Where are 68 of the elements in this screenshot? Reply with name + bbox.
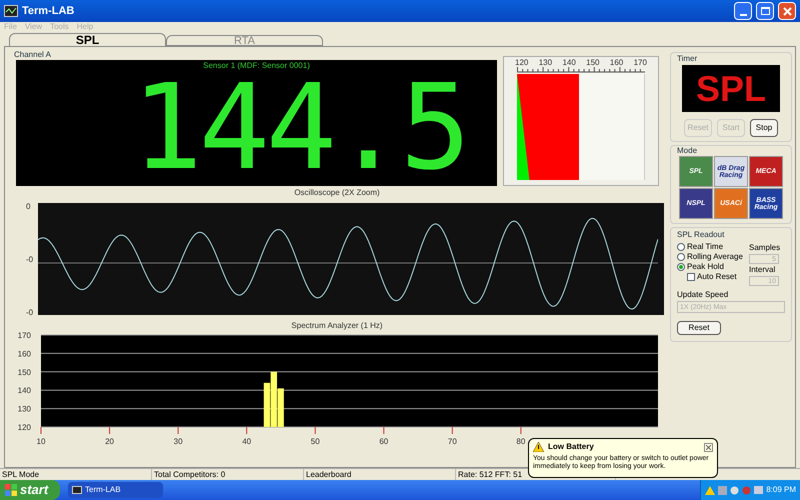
start-button[interactable]: start [0, 480, 60, 500]
radio-button[interactable] [677, 253, 685, 261]
field-label: Update Speed [677, 289, 730, 301]
x-tick-label: 10 [36, 437, 46, 446]
taskbar-app[interactable]: Term-LAB [68, 482, 163, 498]
chart-title: Spectrum Analyzer (1 Hz) [290, 321, 384, 331]
reset-button[interactable]: Reset [677, 321, 721, 335]
menu-item[interactable]: Tools [50, 23, 69, 31]
meter-tick-label: 150 [586, 58, 600, 67]
y-tick-label: 130 [18, 404, 31, 414]
balloon-title: Low Battery [548, 441, 594, 453]
radio-label: Peak Hold [687, 261, 724, 273]
radio-button[interactable] [677, 243, 685, 251]
menu-item[interactable]: File [4, 23, 17, 31]
x-tick-label: 40 [242, 437, 252, 446]
axis-label: -0 [26, 307, 34, 319]
meter-tick-label: 130 [538, 58, 552, 67]
x-tick-label: 70 [448, 437, 457, 446]
sensor-label: Sensor 1 (MDF: Sensor 0001) [203, 60, 310, 72]
close-icon [782, 6, 792, 16]
checkbox[interactable] [687, 273, 695, 281]
meter-tick-label: 120 [515, 58, 528, 67]
group-title: SPL Readout [677, 229, 726, 241]
y-tick-label: 170 [18, 331, 31, 340]
timer-display: SPL [682, 65, 780, 112]
radio-label: Rolling Average [687, 251, 743, 263]
meter-tick-label: 140 [562, 58, 576, 67]
clock: 8:09 PM [766, 484, 796, 496]
app-icon [4, 5, 18, 17]
warning-icon [533, 442, 544, 452]
windows-logo-icon [5, 484, 17, 496]
timer-button[interactable]: Stop [750, 119, 778, 137]
x-tick-label: 60 [379, 437, 388, 446]
x-tick-label: 80 [516, 437, 526, 446]
axis-label: -0 [26, 254, 34, 266]
close-button[interactable] [704, 442, 713, 452]
field-label: Samples [749, 242, 780, 254]
field-label: Interval [749, 264, 776, 276]
y-tick-label: 160 [18, 349, 31, 358]
menu-item[interactable]: View [24, 23, 42, 31]
radio-button[interactable] [677, 263, 685, 271]
tab[interactable]: SPL [9, 33, 166, 46]
warning-icon [705, 486, 715, 494]
chart-title: Oscilloscope (2X Zoom) [293, 187, 381, 199]
y-tick-label: 140 [18, 386, 31, 396]
radio-label: Real Time [687, 241, 724, 253]
group-title: Channel A [13, 50, 52, 60]
tab[interactable]: RTA [166, 35, 323, 46]
y-tick-label: 120 [18, 423, 31, 432]
window-title: Term-LAB [22, 4, 74, 19]
spl-reading: 144.5 [132, 72, 468, 182]
x-tick-label: 30 [174, 437, 183, 446]
meter-tick-label: 160 [610, 58, 624, 67]
group-title: Mode [677, 146, 698, 156]
minimize-button[interactable] [734, 2, 752, 20]
group-title: Timer [677, 53, 698, 65]
y-tick-label: 150 [18, 368, 31, 377]
close-icon [706, 444, 711, 450]
x-tick-label: 20 [105, 437, 114, 446]
maximize-button[interactable] [756, 2, 774, 20]
axis-label: 0 [26, 201, 32, 213]
x-tick-label: 50 [310, 437, 320, 446]
app-icon [72, 486, 82, 494]
minimize-icon [740, 14, 746, 16]
menu-item[interactable]: Help [76, 23, 94, 31]
meter-tick-label: 170 [634, 58, 647, 67]
maximize-icon [760, 7, 770, 15]
checkbox-label: Auto Reset [697, 271, 737, 283]
